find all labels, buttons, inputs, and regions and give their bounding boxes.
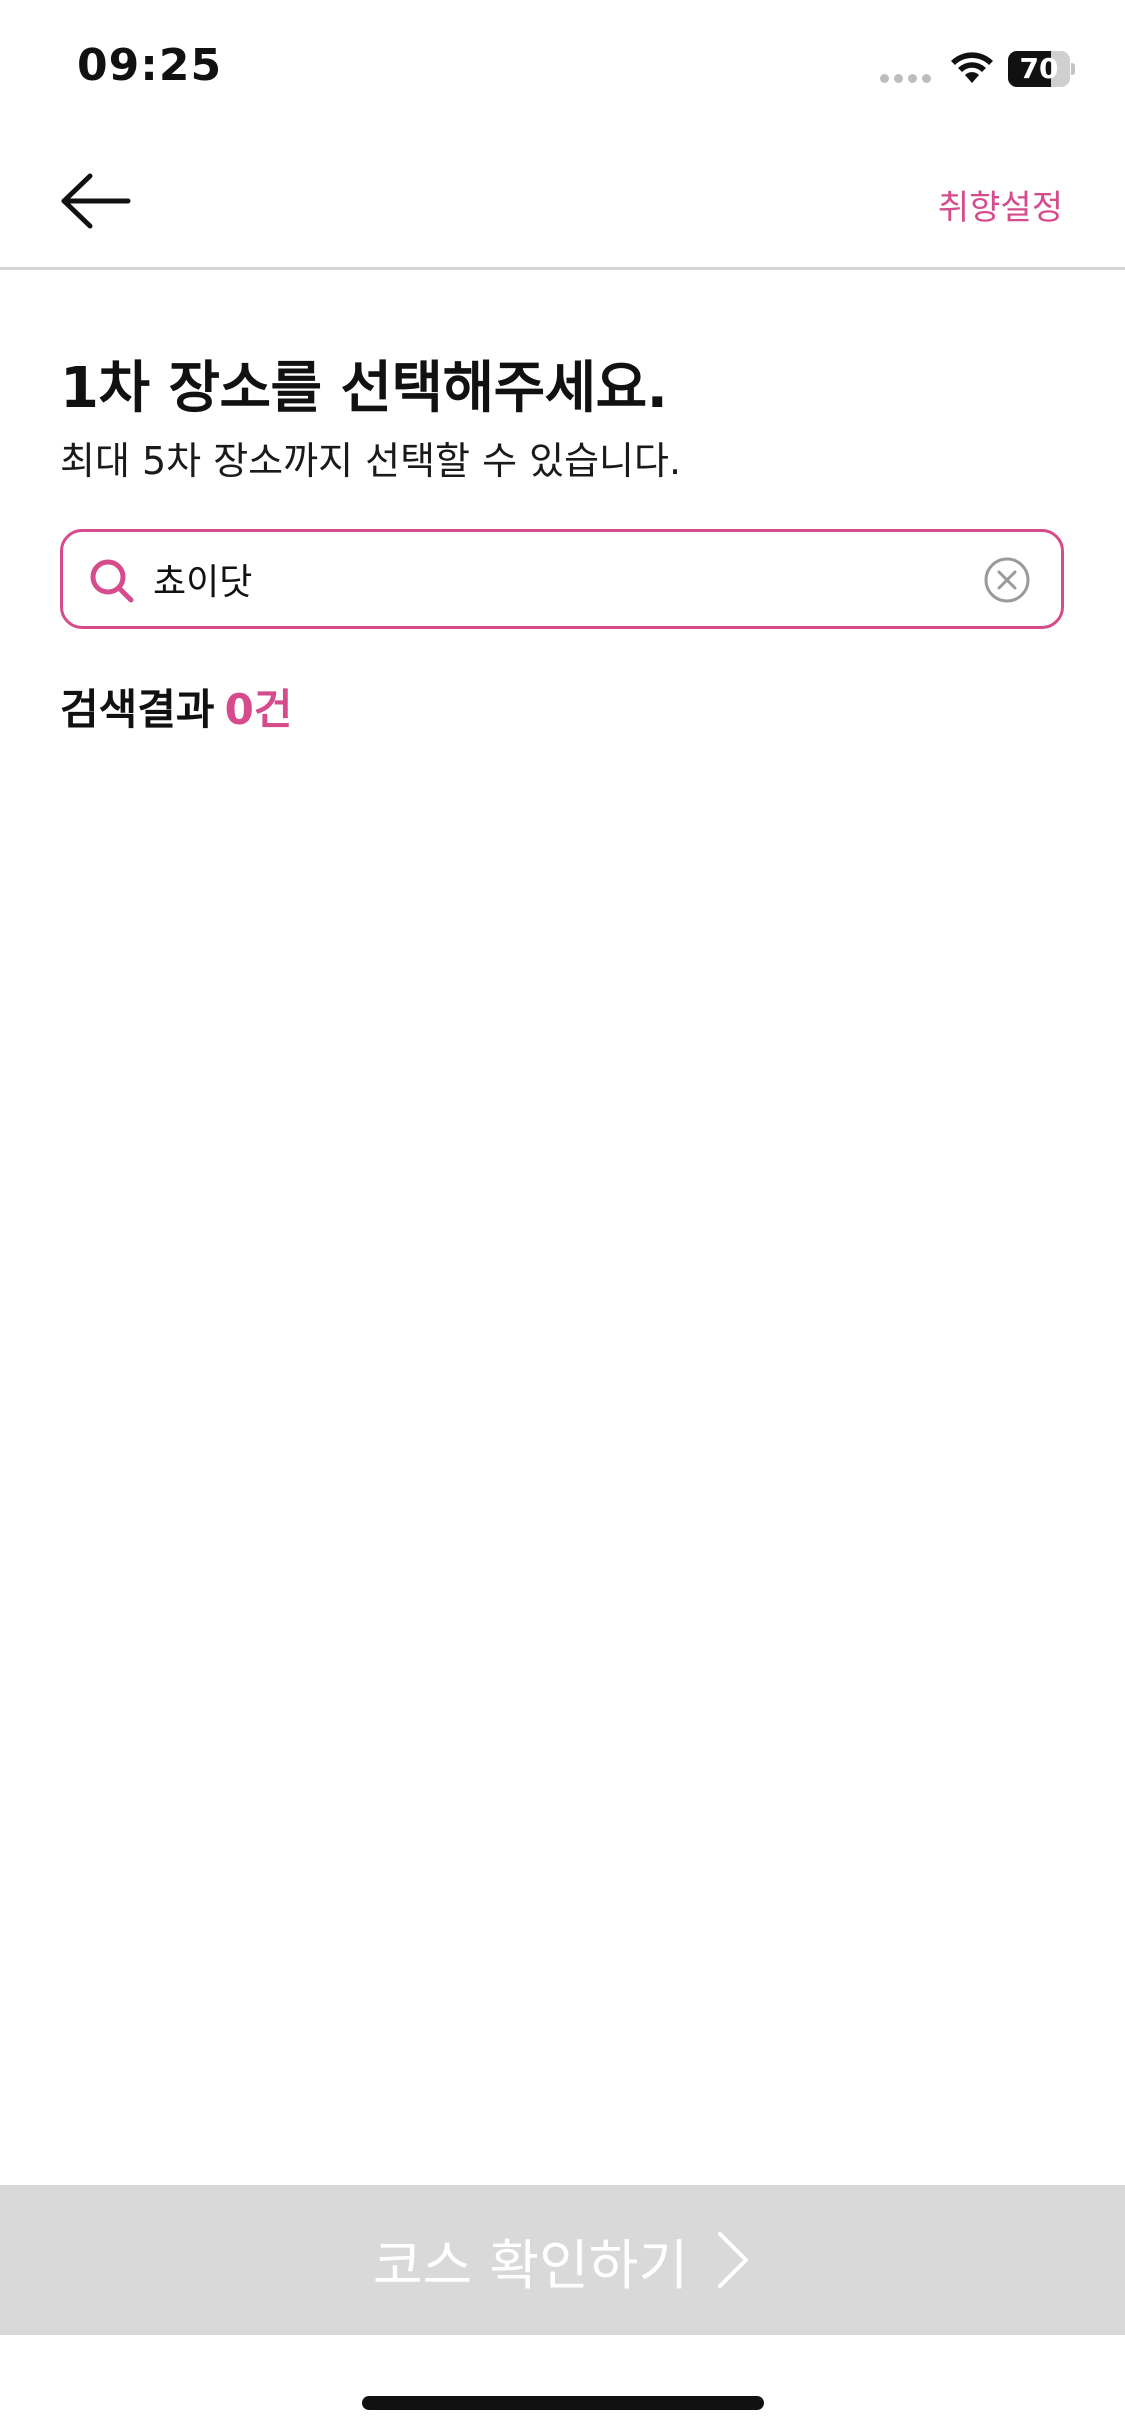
search-result-count: 0건 [224, 685, 293, 734]
page-title: 1차 장소를 선택해주세요. [60, 356, 668, 421]
clear-search-button[interactable] [983, 556, 1031, 604]
wifi-icon [951, 52, 993, 83]
chevron-right-icon [718, 2232, 749, 2288]
place-select-screen: 09:25 70 취향설정 1차 장소를 선택해주세요. 최대 5차 장소까지 … [0, 0, 1125, 2436]
cellular-signal-icon [880, 74, 931, 83]
search-box[interactable] [60, 529, 1064, 629]
clear-circle-icon [984, 557, 1030, 603]
top-navigation-bar: 취향설정 [0, 132, 1125, 270]
status-time: 09:25 [77, 40, 223, 91]
confirm-course-button[interactable]: 코스 확인하기 [0, 2185, 1125, 2335]
home-indicator [362, 2396, 764, 2410]
back-button[interactable] [56, 166, 136, 236]
arrow-left-icon [61, 173, 131, 229]
search-icon [90, 559, 134, 603]
page-subtitle: 최대 5차 장소까지 선택할 수 있습니다. [60, 439, 682, 483]
status-bar: 09:25 70 [0, 0, 1125, 132]
battery-icon: 70 [1008, 51, 1075, 87]
search-input[interactable] [153, 550, 933, 608]
preference-settings-button[interactable]: 취향설정 [938, 180, 1063, 229]
confirm-course-label: 코스 확인하기 [372, 2233, 689, 2297]
search-result-summary: 검색결과 0건 [60, 676, 292, 737]
battery-level: 70 [1019, 52, 1059, 85]
search-result-label: 검색결과 [60, 685, 215, 734]
